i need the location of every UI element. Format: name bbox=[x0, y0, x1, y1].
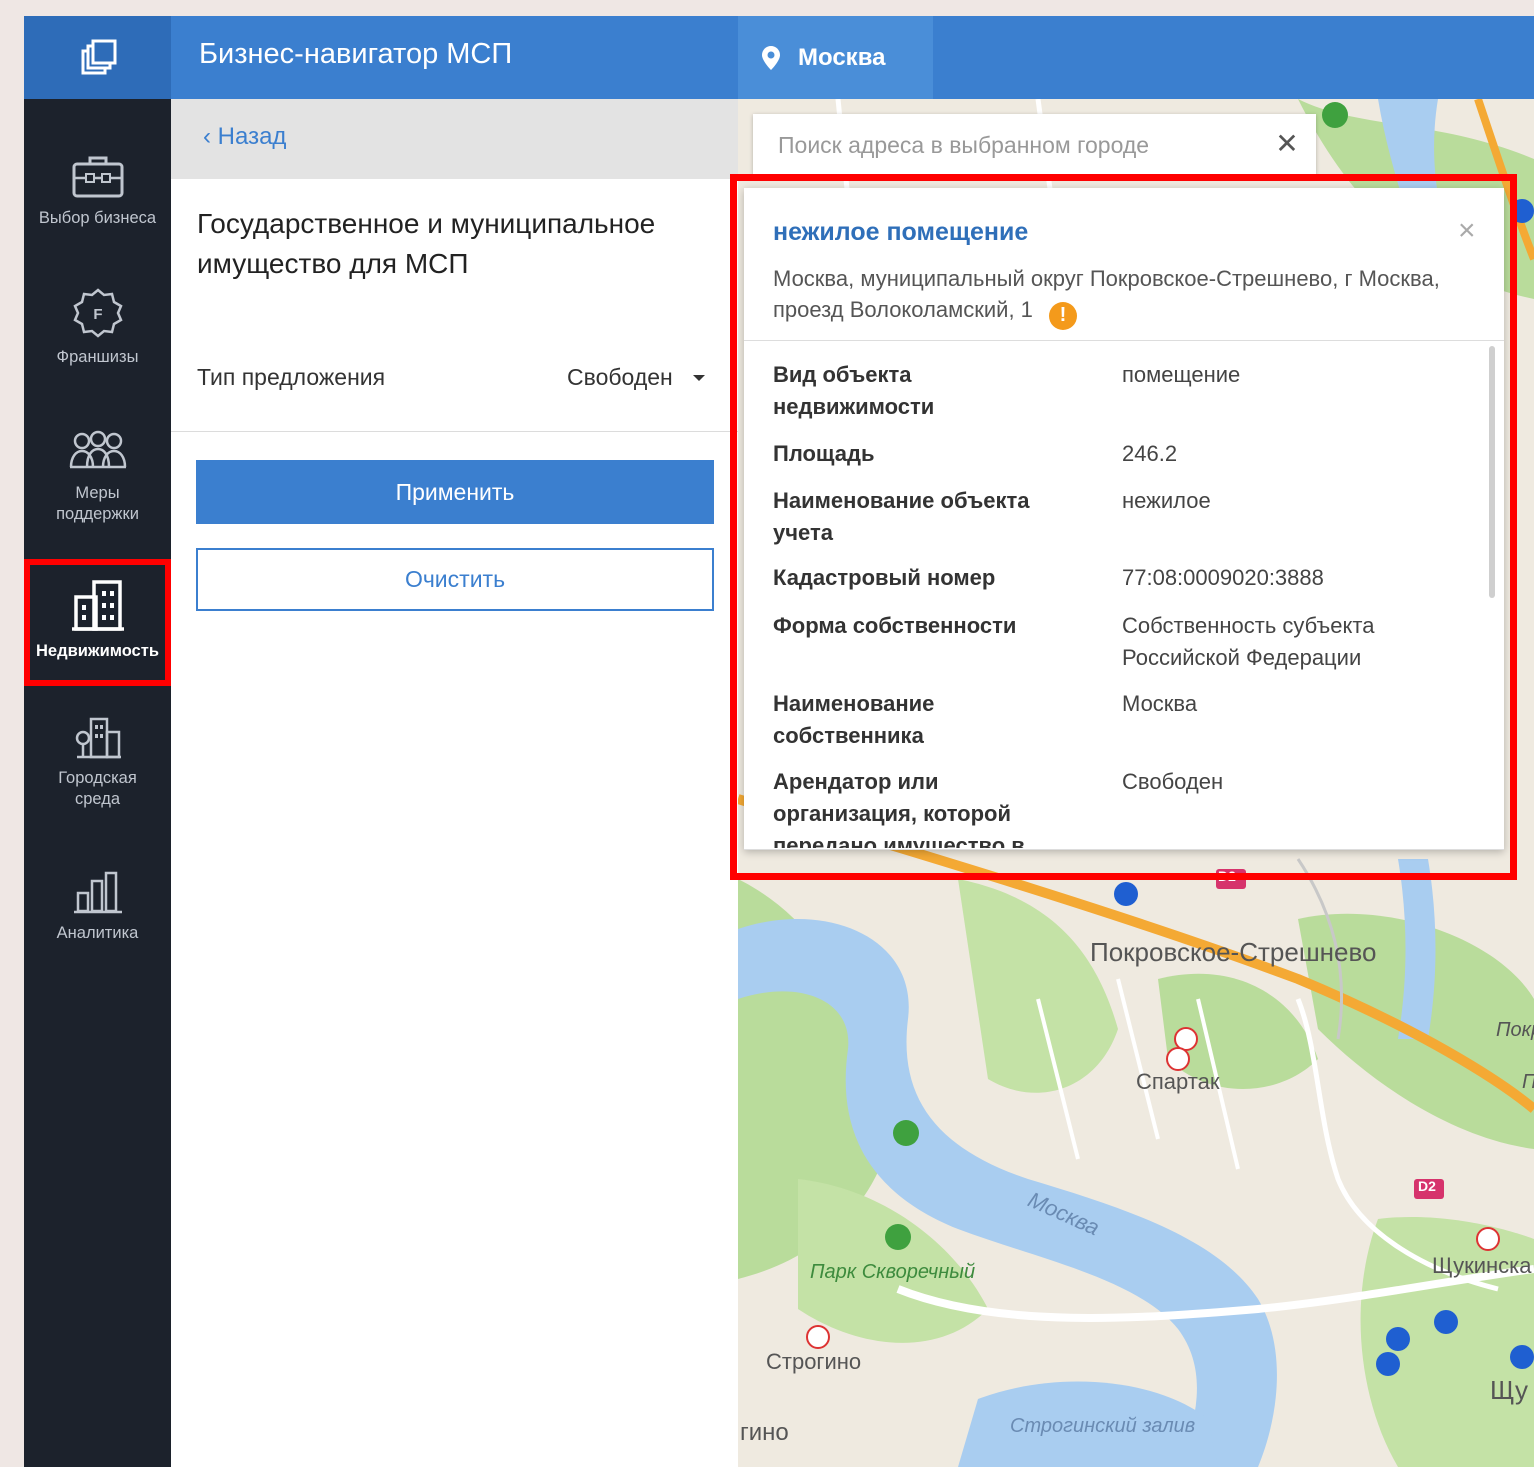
map-badge-d2-bottom: D2 bbox=[1418, 1178, 1436, 1194]
sidebar: Выбор бизнеса F Франшизы Меры поддержки … bbox=[24, 99, 171, 1467]
filter-panel: ‹ Назад Государственное и муниципальное … bbox=[171, 99, 738, 1467]
sidebar-item-label: Выбор бизнеса bbox=[38, 209, 157, 227]
app-title: Бизнес-навигатор МСП bbox=[199, 38, 513, 70]
map-label-p-cut: П bbox=[1522, 1071, 1534, 1094]
app-logo[interactable] bbox=[24, 16, 171, 99]
top-header: Бизнес-навигатор МСП Москва bbox=[24, 16, 1534, 99]
sidebar-item-support[interactable]: Меры поддержки bbox=[24, 429, 171, 525]
city-selector[interactable]: Москва bbox=[738, 16, 933, 99]
offer-type-select[interactable]: Свободен bbox=[567, 364, 705, 391]
layers-logo-icon bbox=[81, 39, 116, 74]
clear-button[interactable]: Очистить bbox=[196, 548, 714, 611]
map-label-spartak: Спартак bbox=[1136, 1069, 1220, 1094]
franchise-icon: F bbox=[72, 288, 123, 338]
offer-type-value: Свободен bbox=[567, 364, 673, 390]
people-icon bbox=[69, 430, 126, 469]
panel-title: Государственное и муниципальное имуществ… bbox=[197, 208, 656, 279]
map-label-pokr-cut: Покр bbox=[1496, 1019, 1534, 1041]
map-label-shchu: Щу bbox=[1490, 1375, 1528, 1405]
analytics-icon bbox=[73, 871, 122, 914]
map-label-park: Парк Скворечный bbox=[810, 1261, 976, 1283]
sidebar-item-urban[interactable]: Городская среда bbox=[24, 716, 171, 810]
sidebar-item-label: Аналитика bbox=[56, 924, 139, 942]
briefcase-icon bbox=[72, 156, 123, 198]
highlight-frame-sidebar bbox=[24, 559, 171, 686]
back-bar: ‹ Назад bbox=[171, 99, 738, 179]
svg-text:F: F bbox=[93, 306, 102, 323]
highlight-frame-popup bbox=[730, 174, 1517, 880]
divider bbox=[171, 431, 738, 432]
sidebar-item-franchises[interactable]: F Франшизы bbox=[24, 287, 171, 368]
city-icon bbox=[75, 717, 121, 759]
address-search: ✕ bbox=[753, 114, 1316, 176]
apply-button[interactable]: Применить bbox=[196, 460, 714, 524]
location-pin-icon bbox=[762, 45, 780, 70]
map-label-strogino: Строгино bbox=[766, 1349, 862, 1374]
offer-type-label: Тип предложения bbox=[197, 364, 386, 390]
map-label-shchukinskaya: Щукинска bbox=[1432, 1253, 1532, 1278]
map-label-district: Покровское-Стрешнево bbox=[1090, 937, 1377, 967]
chevron-down-icon bbox=[692, 374, 705, 381]
map-label-bay: Строгинский залив bbox=[1010, 1415, 1196, 1437]
sidebar-item-label: Городская среда bbox=[58, 769, 137, 808]
sidebar-item-label: Меры поддержки bbox=[56, 484, 139, 523]
map-label-strogino-cut: гино bbox=[740, 1419, 789, 1446]
address-search-input[interactable] bbox=[753, 114, 1253, 176]
sidebar-item-label: Франшизы bbox=[56, 348, 139, 366]
city-name: Москва bbox=[798, 43, 886, 71]
back-link[interactable]: ‹ Назад bbox=[203, 123, 286, 151]
sidebar-item-business[interactable]: Выбор бизнеса bbox=[24, 154, 171, 229]
sidebar-item-analytics[interactable]: Аналитика bbox=[24, 871, 171, 944]
close-icon[interactable]: ✕ bbox=[1273, 130, 1301, 158]
